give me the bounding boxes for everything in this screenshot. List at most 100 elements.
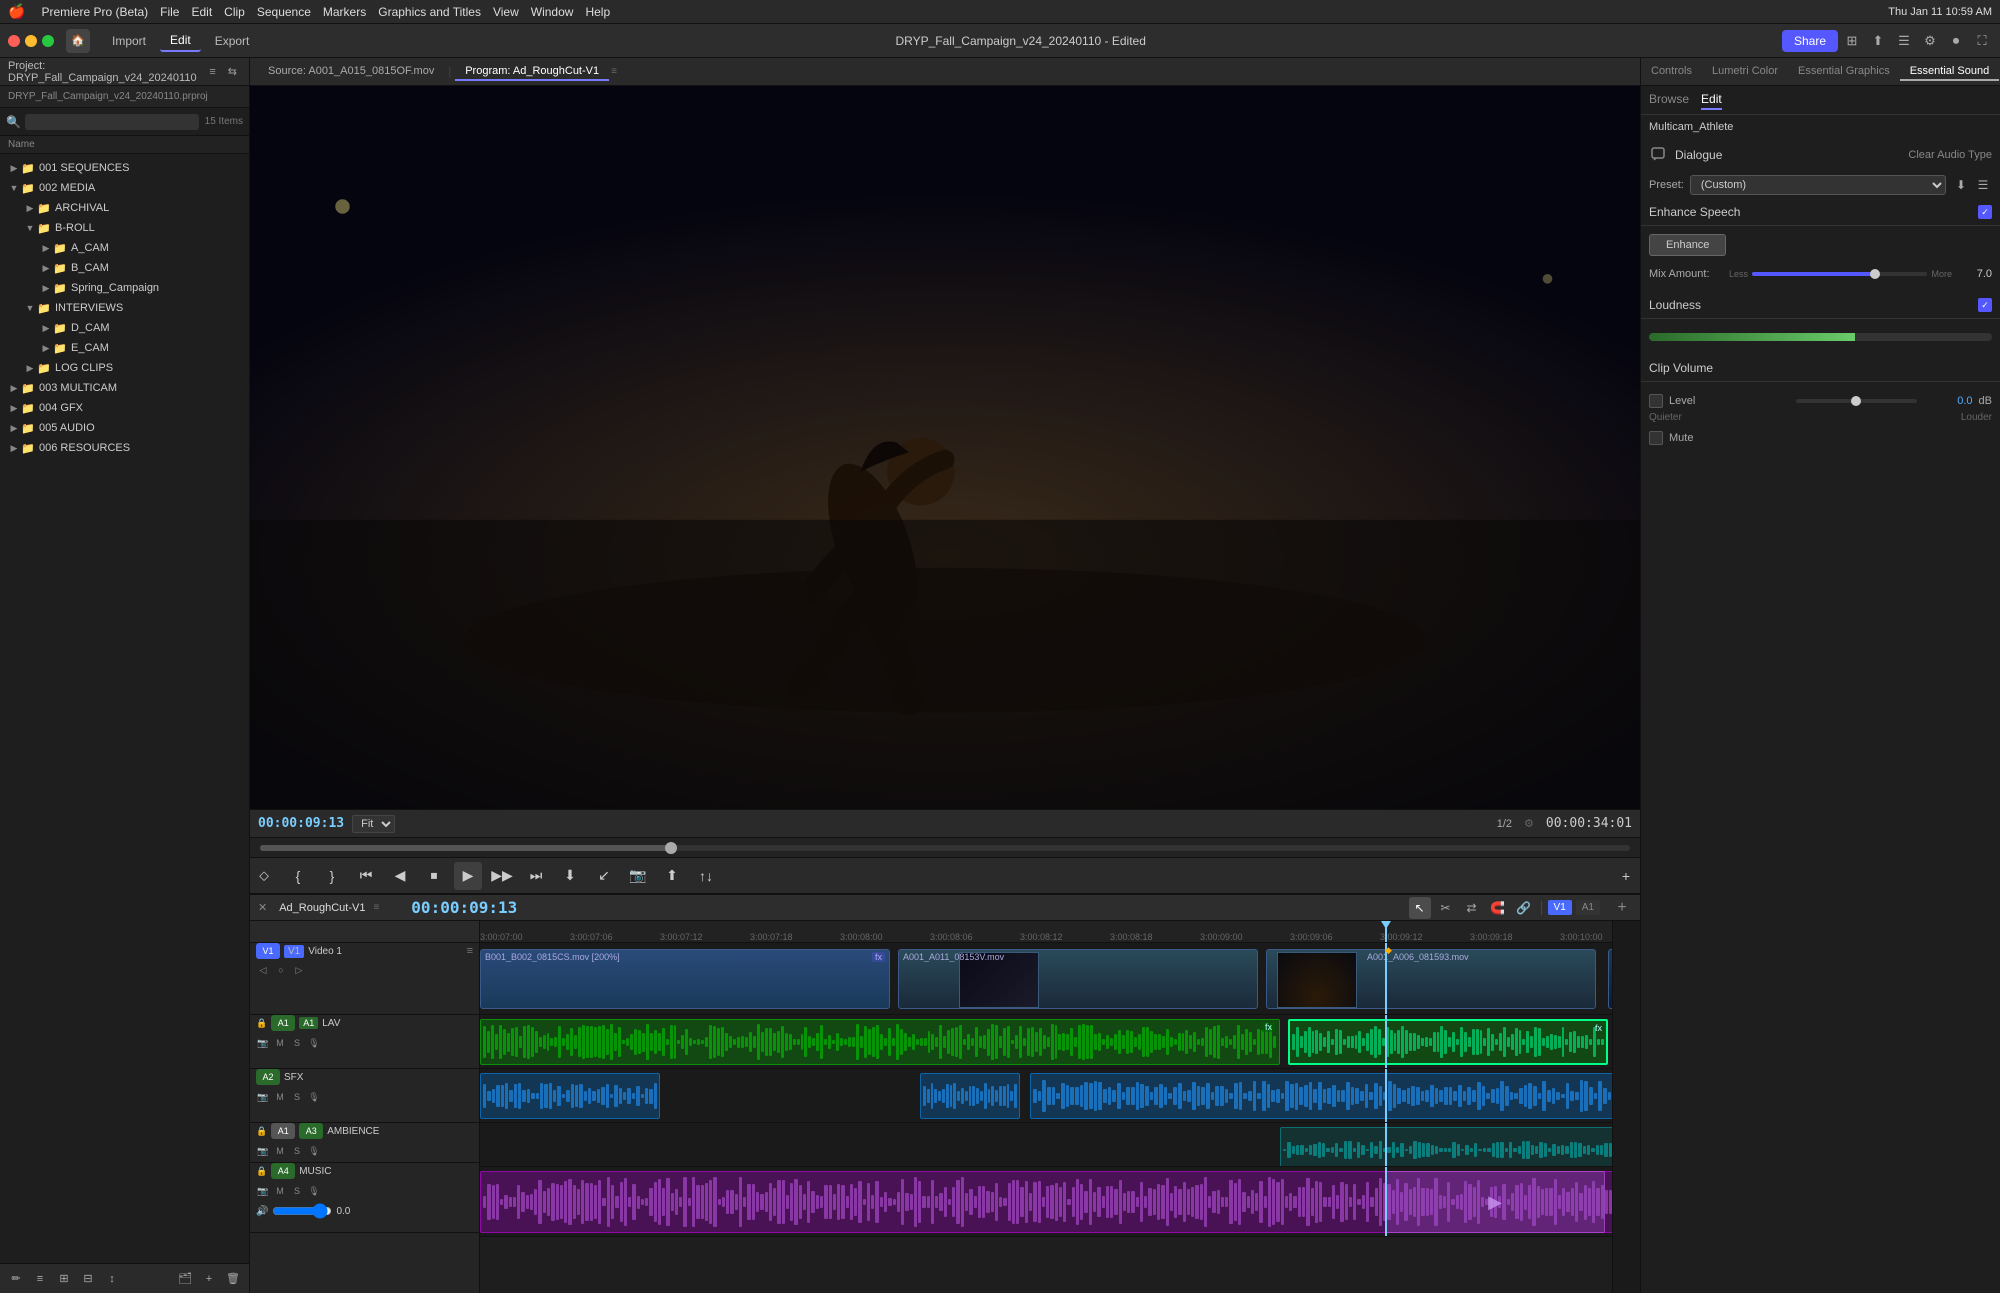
list-item[interactable]: ▼ 📁 B-ROLL [0, 218, 249, 238]
menu-markers[interactable]: Markers [323, 5, 366, 19]
panel-pin-icon[interactable]: ⇆ [224, 64, 241, 79]
apple-menu[interactable]: 🍎 [8, 3, 25, 20]
list-item[interactable]: ▶ 📁 LOG CLIPS [0, 358, 249, 378]
step-back-button[interactable]: ◀ [386, 862, 414, 890]
lock-icon[interactable]: 🔒 [256, 1018, 267, 1029]
menu-edit[interactable]: Edit [191, 5, 212, 19]
list-item[interactable]: ▶ 📁 Spring_Campaign [0, 278, 249, 298]
new-bin-icon[interactable]: 🗂 [175, 1269, 195, 1289]
home-button[interactable]: 🏠 [66, 29, 90, 53]
a1-s-btn[interactable]: S [290, 1036, 304, 1050]
list-item[interactable]: ▶ 📁 A_CAM [0, 238, 249, 258]
razor-tool[interactable]: ✂ [1435, 897, 1457, 919]
menu-app[interactable]: Premiere Pro (Beta) [41, 5, 148, 19]
a4-selected-region[interactable]: ▶ [1385, 1171, 1605, 1233]
import-button[interactable]: Import [102, 31, 156, 51]
track-type-audio[interactable]: A1 [1576, 900, 1600, 915]
step-forward-button[interactable]: ▶▶ [488, 862, 516, 890]
a4-cam-icon[interactable]: 📷 [256, 1184, 270, 1198]
v1-toggle-btn[interactable]: ◁ [256, 963, 270, 977]
link-tool[interactable]: 🔗 [1513, 897, 1535, 919]
save-preset-icon[interactable]: ⬇ [1952, 176, 1970, 194]
add-track-button[interactable]: + [1612, 898, 1632, 918]
a1-clip-2[interactable]: const bars2 = []; for(let i=0;i<80;i++) … [1288, 1019, 1608, 1065]
a3-mic-icon[interactable]: 🎙 [307, 1144, 321, 1158]
list-item[interactable]: ▶ 📁 B_CAM [0, 258, 249, 278]
columns-icon[interactable]: ☰ [1894, 31, 1914, 51]
a1-m-btn[interactable]: M [273, 1036, 287, 1050]
clip-a001[interactable]: A001_A011_08153V.mov [898, 949, 1258, 1009]
insert-button[interactable]: ↙ [590, 862, 618, 890]
overwrite-button[interactable]: ⬇ [556, 862, 584, 890]
a4-volume-slider[interactable] [272, 1203, 332, 1219]
out-point-button[interactable]: } [318, 862, 346, 890]
list-item[interactable]: ▶ 📁 005 AUDIO [0, 418, 249, 438]
ripple-tool[interactable]: ⇄ [1461, 897, 1483, 919]
cv-level-slider[interactable] [1796, 399, 1917, 403]
track-type-video[interactable]: V1 [1548, 900, 1572, 915]
a3-lock-icon[interactable]: 🔒 [256, 1126, 267, 1137]
tab-eg[interactable]: Essential Graphics [1788, 63, 1900, 81]
menu-clip[interactable]: Clip [224, 5, 245, 19]
tab-es[interactable]: Essential Sound [1900, 63, 2000, 81]
playback-settings-icon[interactable]: ⚙ [1524, 817, 1534, 830]
lift-button[interactable]: ⬆ [658, 862, 686, 890]
a4-mic-icon[interactable]: 🎙 [307, 1184, 321, 1198]
layout-icon[interactable]: ⊞ [1842, 31, 1862, 51]
export-button[interactable]: Export [205, 31, 260, 51]
a2-clip-1[interactable]: const barsA = []; for(let i=0;i<40;i++) … [480, 1073, 660, 1119]
list-item[interactable]: ▶ 📁 E_CAM [0, 338, 249, 358]
share-icon[interactable]: ⬆ [1868, 31, 1888, 51]
list-item[interactable]: ▼ 📁 INTERVIEWS [0, 298, 249, 318]
enhance-speech-checkbox[interactable]: ✓ [1978, 205, 1992, 219]
selection-tool[interactable]: ↖ [1409, 897, 1431, 919]
list-item[interactable]: ▼ 📁 002 MEDIA [0, 178, 249, 198]
a3-cam-icon[interactable]: 📷 [256, 1144, 270, 1158]
es-edit-tab[interactable]: Edit [1701, 90, 1722, 110]
a4-s-btn[interactable]: S [290, 1184, 304, 1198]
mix-amount-slider[interactable] [1752, 272, 1927, 276]
new-item-icon[interactable]: + [199, 1269, 219, 1289]
a2-cam-icon[interactable]: 📷 [256, 1090, 270, 1104]
panel-menu-icon[interactable]: ≡ [205, 65, 219, 79]
expand-icon[interactable]: ⛶ [1972, 31, 1992, 51]
play-button[interactable]: ▶ [454, 862, 482, 890]
list-item[interactable]: ▶ 📁 ARCHIVAL [0, 198, 249, 218]
list-item[interactable]: ▶ 📁 003 MULTICAM [0, 378, 249, 398]
source-monitor-tab[interactable]: Source: A001_A015_0815OF.mov [258, 63, 444, 81]
a4-m-btn[interactable]: M [273, 1184, 287, 1198]
list-item[interactable]: ▶ 📁 006 RESOURCES [0, 438, 249, 458]
scrub-track[interactable] [260, 845, 1630, 851]
minimize-button[interactable] [25, 35, 37, 47]
menu-view[interactable]: View [493, 5, 519, 19]
list-item[interactable]: ▶ 📁 D_CAM [0, 318, 249, 338]
clip-b001[interactable]: B001_B002_0815CS.mov [200%] fx [480, 949, 890, 1009]
menu-file[interactable]: File [160, 5, 179, 19]
a2-clip-2[interactable]: const barsB = []; for(let i=0;i<25;i++) … [920, 1073, 1020, 1119]
a2-m-btn[interactable]: M [273, 1090, 287, 1104]
go-to-out-button[interactable]: ⏭ [522, 862, 550, 890]
camera-button[interactable]: 📷 [624, 862, 652, 890]
stop-button[interactable]: ⏹ [420, 862, 448, 890]
preset-select[interactable]: (Custom) [1690, 175, 1946, 195]
magnet-tool[interactable]: 🧲 [1487, 897, 1509, 919]
list-item[interactable]: ▶ 📁 004 GFX [0, 398, 249, 418]
freeform-icon[interactable]: ⊟ [78, 1269, 98, 1289]
settings-icon[interactable]: ⚙ [1920, 31, 1940, 51]
add-clip-button[interactable]: + [1612, 862, 1640, 890]
search-input[interactable] [25, 114, 199, 130]
grid-view-icon[interactable]: ⊞ [54, 1269, 74, 1289]
clear-audio-type-button[interactable]: Clear Audio Type [1908, 149, 1992, 161]
scrub-thumb[interactable] [665, 842, 677, 854]
a1-clip-1[interactable]: // Generate waveform bars dynamically co… [480, 1019, 1280, 1065]
program-monitor-tab[interactable]: Program: Ad_RoughCut-V1 [455, 63, 609, 81]
a3-m-btn[interactable]: M [273, 1144, 287, 1158]
es-browse-tab[interactable]: Browse [1649, 90, 1689, 110]
paint-icon[interactable]: ✏ [6, 1269, 26, 1289]
fullscreen-button[interactable] [42, 35, 54, 47]
close-seq-icon[interactable]: ✕ [258, 901, 267, 914]
loudness-checkbox[interactable]: ✓ [1978, 298, 1992, 312]
menu-graphics[interactable]: Graphics and Titles [378, 5, 481, 19]
enhance-button[interactable]: Enhance [1649, 234, 1726, 256]
go-to-in-button[interactable]: ⏮ [352, 862, 380, 890]
